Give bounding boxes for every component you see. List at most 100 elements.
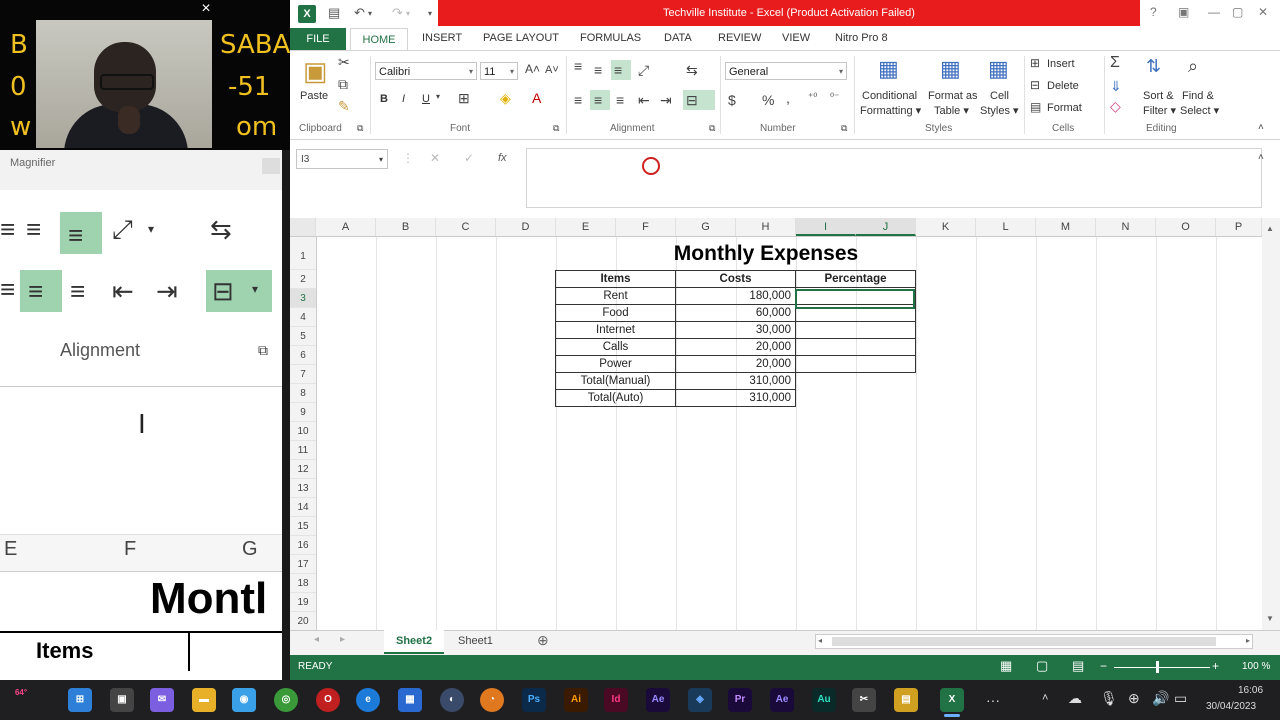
chevron-down-icon[interactable]: ▾: [368, 9, 372, 18]
row-header[interactable]: 10: [290, 422, 316, 441]
help-icon[interactable]: ?: [1150, 5, 1157, 19]
column-header[interactable]: M: [1036, 218, 1096, 236]
total-cost-cell[interactable]: 310,000: [675, 389, 796, 407]
row-header[interactable]: 6: [290, 346, 316, 365]
percentage-cell[interactable]: [795, 321, 916, 339]
percentage-cell[interactable]: [795, 338, 916, 356]
volume-icon[interactable]: 🔊: [1152, 690, 1169, 707]
maximize-icon[interactable]: ▢: [1232, 5, 1243, 19]
zoom-level[interactable]: 100 %: [1242, 661, 1270, 672]
font-size-select[interactable]: 11 ▾: [480, 62, 518, 80]
item-cell[interactable]: Calls: [555, 338, 676, 356]
row-header[interactable]: 16: [290, 536, 316, 555]
chevron-down-icon[interactable]: ▾: [406, 9, 410, 18]
store-icon[interactable]: ▦: [398, 688, 422, 712]
next-sheet-icon[interactable]: ▸: [340, 634, 345, 645]
audition-icon[interactable]: Au: [812, 688, 836, 712]
tab-insert[interactable]: INSERT: [422, 32, 462, 44]
item-cell[interactable]: Food: [555, 304, 676, 322]
scroll-left-icon[interactable]: ◂: [818, 636, 822, 645]
find-select-button[interactable]: Find &: [1182, 90, 1214, 102]
column-header-selected[interactable]: I: [796, 218, 856, 236]
column-header-selected[interactable]: J: [856, 218, 916, 236]
conditional-formatting-button-2[interactable]: Formatting ▾: [860, 104, 921, 117]
shrink-font-icon[interactable]: A˅: [545, 64, 559, 76]
tab-page-layout[interactable]: PAGE LAYOUT: [483, 32, 559, 44]
fill-color-icon[interactable]: ◈: [500, 90, 511, 107]
row-header[interactable]: 11: [290, 441, 316, 460]
delete-button[interactable]: Delete: [1047, 80, 1079, 92]
format-painter-icon[interactable]: ✎: [338, 98, 350, 115]
column-header[interactable]: O: [1156, 218, 1216, 236]
clear-icon[interactable]: ◇: [1110, 98, 1121, 115]
ribbon-display-icon[interactable]: ▣: [1178, 5, 1189, 19]
edge-icon[interactable]: e: [356, 688, 380, 712]
header-percentage[interactable]: Percentage: [795, 270, 916, 288]
row-header[interactable]: 15: [290, 517, 316, 536]
find-select-button-2[interactable]: Select ▾: [1180, 104, 1219, 117]
app-icon[interactable]: ◐: [440, 688, 464, 712]
cut-icon[interactable]: ✂: [338, 54, 350, 71]
zoom-out-icon[interactable]: −: [1100, 659, 1107, 673]
vertical-scrollbar[interactable]: ▲ ▼: [1262, 218, 1280, 630]
cancel-entry-icon[interactable]: ✕: [430, 151, 440, 165]
item-cell[interactable]: Power: [555, 355, 676, 373]
row-header[interactable]: 1: [290, 237, 316, 270]
formula-input[interactable]: [526, 148, 1262, 208]
page-break-view-icon[interactable]: ▤: [1072, 658, 1084, 674]
sheet-tab-active[interactable]: Sheet2: [384, 630, 445, 654]
task-view-icon[interactable]: ▣: [110, 688, 134, 712]
row-header[interactable]: 17: [290, 555, 316, 574]
scroll-right-icon[interactable]: ▸: [1246, 636, 1250, 645]
empty-cell[interactable]: [796, 373, 916, 390]
row-header[interactable]: 8: [290, 384, 316, 403]
row-header[interactable]: 5: [290, 327, 316, 346]
row-header[interactable]: 9: [290, 403, 316, 422]
photos-icon[interactable]: ◉: [232, 688, 256, 712]
borders-icon[interactable]: ⊞: [458, 90, 470, 107]
name-box[interactable]: I3 ▾: [296, 149, 388, 169]
column-header[interactable]: N: [1096, 218, 1156, 236]
sort-filter-button-2[interactable]: Filter ▾: [1143, 104, 1176, 117]
sort-filter-button[interactable]: Sort &: [1143, 90, 1174, 102]
tab-home[interactable]: HOME: [350, 28, 408, 51]
close-icon[interactable]: ✕: [1258, 5, 1268, 19]
sheet-tab[interactable]: Sheet1: [446, 630, 505, 652]
cell-styles-button[interactable]: Cell: [990, 90, 1009, 102]
column-header[interactable]: P: [1216, 218, 1262, 236]
align-right-icon[interactable]: ≡: [616, 92, 624, 108]
onedrive-icon[interactable]: ☁: [1068, 690, 1082, 707]
conditional-formatting-icon[interactable]: ▦: [878, 56, 899, 82]
row-header[interactable]: 19: [290, 593, 316, 612]
cost-cell[interactable]: 60,000: [675, 304, 796, 322]
percentage-cell[interactable]: [795, 355, 916, 373]
insert-cells-icon[interactable]: ⊞: [1030, 56, 1040, 70]
empty-cell[interactable]: [796, 390, 916, 407]
paste-button[interactable]: Paste: [300, 90, 328, 102]
bold-button[interactable]: B: [380, 93, 388, 105]
align-top-icon[interactable]: ≡: [574, 58, 582, 74]
column-header[interactable]: L: [976, 218, 1036, 236]
grow-font-icon[interactable]: A˄: [525, 62, 540, 76]
customize-qat-icon[interactable]: ▾: [428, 9, 432, 18]
header-items[interactable]: Items: [555, 270, 676, 288]
row-header[interactable]: 18: [290, 574, 316, 593]
paste-icon[interactable]: ▣: [303, 56, 328, 87]
total-cost-cell[interactable]: 310,000: [675, 372, 796, 390]
show-hidden-icons[interactable]: ˄: [1042, 692, 1048, 704]
cost-cell[interactable]: 20,000: [675, 355, 796, 373]
zoom-slider[interactable]: [1114, 667, 1210, 668]
expand-formula-bar-icon[interactable]: ˄: [1258, 152, 1264, 163]
column-header[interactable]: H: [736, 218, 796, 236]
row-header[interactable]: 14: [290, 498, 316, 517]
column-header[interactable]: K: [916, 218, 976, 236]
format-as-table-button-2[interactable]: Table ▾: [934, 104, 969, 117]
merge-center-icon[interactable]: ⊟: [686, 92, 698, 109]
conditional-formatting-button[interactable]: Conditional: [862, 90, 917, 102]
language-icon[interactable]: ⊕: [1128, 690, 1140, 707]
row-header[interactable]: 4: [290, 308, 316, 327]
clock-time[interactable]: 16:06: [1238, 685, 1263, 696]
clock-date[interactable]: 30/04/2023: [1206, 701, 1256, 712]
microphone-icon[interactable]: 🎙: [1100, 690, 1118, 707]
orientation-icon[interactable]: ⤢: [638, 62, 649, 79]
